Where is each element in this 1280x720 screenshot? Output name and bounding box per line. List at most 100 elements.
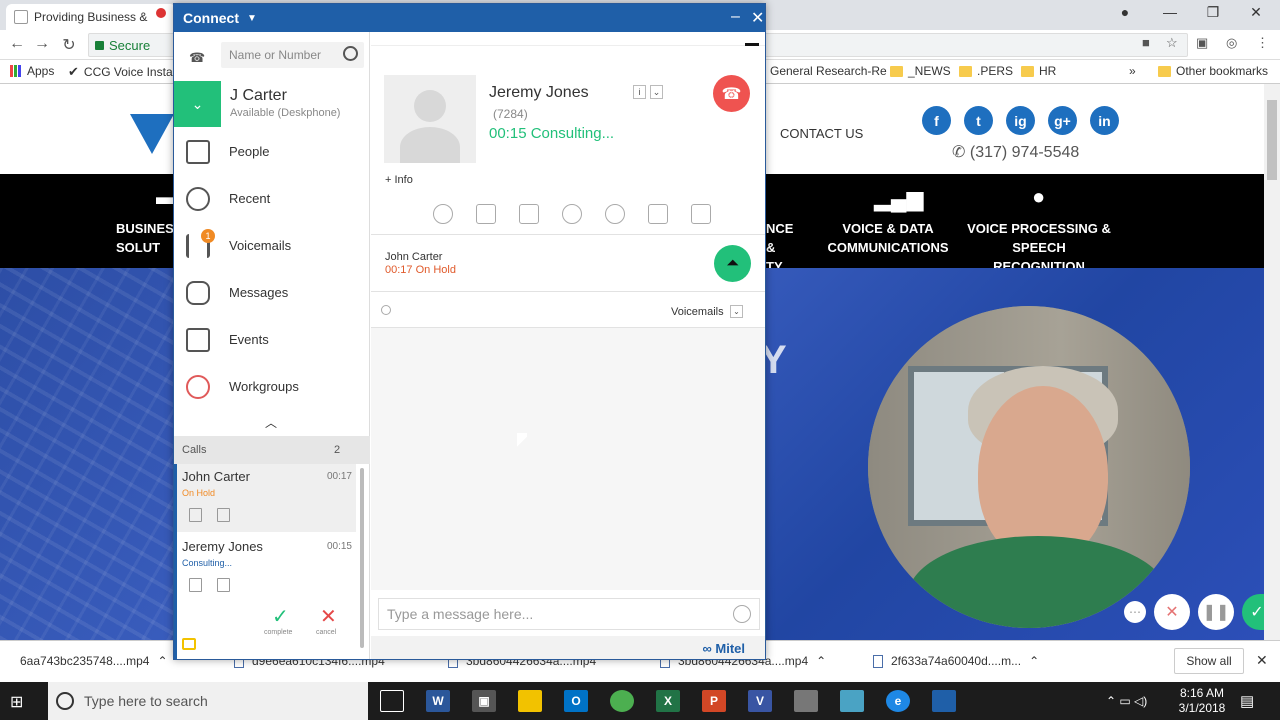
notes-icon[interactable]: [217, 578, 230, 592]
discard-recording-icon[interactable]: ✕: [1154, 594, 1190, 630]
bookmark-hr[interactable]: HR: [1021, 64, 1056, 78]
lock-icon[interactable]: [182, 638, 196, 650]
bookmark-general-research[interactable]: General Research-Re: [770, 64, 887, 78]
restore-window-button[interactable]: ❐: [1193, 4, 1233, 21]
bookmark-star-icon[interactable]: ☆: [1166, 35, 1178, 51]
powerpoint-icon[interactable]: P: [702, 690, 726, 712]
cancel-transfer-button[interactable]: ✕: [320, 604, 337, 629]
profile-icon[interactable]: ●: [1105, 4, 1145, 20]
company-logo[interactable]: [130, 114, 174, 154]
download-item[interactable]: 2f633a74a60040d....m... ⌃: [873, 654, 1039, 668]
chevron-down-icon[interactable]: ⌄: [730, 305, 743, 318]
connect-minimize-button[interactable]: –: [731, 8, 740, 26]
info-icon[interactable]: i: [633, 85, 646, 99]
close-window-button[interactable]: ✕: [1236, 4, 1276, 21]
record-icon[interactable]: [562, 204, 582, 224]
back-arrow-icon[interactable]: ←: [6, 35, 28, 53]
task-view-icon[interactable]: [380, 690, 404, 712]
collapse-pane-icon[interactable]: [745, 43, 759, 46]
dialpad-phone-icon[interactable]: ☎: [189, 50, 205, 66]
transfer-icon[interactable]: [189, 578, 202, 592]
sidebar-item-workgroups[interactable]: Workgroups: [174, 364, 370, 411]
store-icon[interactable]: ▣: [472, 690, 496, 712]
app-icon[interactable]: [794, 690, 818, 712]
phone-number[interactable]: ✆ (317) 974-5548: [952, 142, 1079, 162]
search-icon[interactable]: [343, 46, 358, 61]
chevron-down-icon[interactable]: ⌄: [650, 85, 663, 99]
park-call-icon[interactable]: [691, 204, 711, 224]
twitter-icon[interactable]: t: [964, 106, 993, 135]
mute-microphone-icon[interactable]: [433, 204, 453, 224]
complete-transfer-button[interactable]: ✓: [272, 604, 289, 629]
voicemails-dropdown-label[interactable]: Voicemails: [671, 306, 724, 318]
mitel-connect-icon[interactable]: [932, 690, 956, 712]
sidebar-item-messages[interactable]: Messages: [174, 270, 370, 317]
current-user[interactable]: ⌄ J Carter Available (Deskphone): [174, 81, 370, 127]
call-card-consulting[interactable]: Jeremy Jones 00:15 Consulting...: [174, 534, 356, 602]
taskbar-clock[interactable]: 8:16 AM 3/1/2018: [1172, 686, 1232, 716]
google-plus-icon[interactable]: g+: [1048, 106, 1077, 135]
transfer-call-icon[interactable]: [648, 204, 668, 224]
video-icon[interactable]: [476, 204, 496, 224]
bookmark-apps[interactable]: Apps: [10, 64, 54, 78]
nav-voice-data[interactable]: VOICE & DATA COMMUNICATIONS: [826, 219, 950, 257]
notes-icon[interactable]: [217, 508, 230, 522]
camera-icon[interactable]: ■: [1142, 35, 1150, 50]
nav-business-solutions[interactable]: BUSINESS SOLUT: [116, 219, 182, 257]
menu-kebab-icon[interactable]: ⋮: [1256, 35, 1269, 51]
bookmarks-overflow-button[interactable]: »: [1129, 64, 1136, 78]
forward-arrow-icon[interactable]: →: [31, 35, 53, 53]
file-explorer-icon[interactable]: [518, 690, 542, 712]
internet-explorer-icon[interactable]: e: [886, 690, 910, 712]
search-icon[interactable]: [381, 305, 391, 315]
sidebar-item-recent[interactable]: Recent: [174, 176, 370, 223]
taskbar-search[interactable]: Type here to search: [48, 682, 368, 720]
collapse-chevron-up-icon[interactable]: ︿: [265, 414, 277, 431]
windows-start-icon[interactable]: ⊞: [10, 692, 30, 712]
held-call-row[interactable]: John Carter 00:17 On Hold ⏶: [371, 234, 765, 292]
sidebar-item-voicemails[interactable]: 1 Voicemails: [174, 223, 370, 270]
excel-icon[interactable]: X: [656, 690, 680, 712]
bookmark-news[interactable]: _NEWS: [890, 64, 951, 78]
linkedin-icon[interactable]: in: [1090, 106, 1119, 135]
chevron-up-icon[interactable]: ⌃: [157, 654, 167, 668]
facebook-icon[interactable]: f: [922, 106, 951, 135]
bookmark-ccg[interactable]: ✔ CCG Voice Install: [68, 64, 178, 80]
contact-search-input[interactable]: Name or Number: [221, 42, 364, 68]
call-card-on-hold[interactable]: John Carter 00:17 On Hold: [174, 464, 356, 532]
chevron-up-icon[interactable]: ⌃: [1029, 654, 1039, 668]
notifications-icon[interactable]: ▤: [1240, 692, 1254, 710]
more-info-link[interactable]: + Info: [385, 174, 413, 186]
pause-recording-icon[interactable]: ❚❚: [1198, 594, 1234, 630]
chrome-icon[interactable]: [610, 690, 634, 712]
sidebar-item-people[interactable]: People: [174, 129, 370, 176]
unhold-call-button[interactable]: ⏶: [714, 245, 751, 282]
bookmark-other[interactable]: Other bookmarks: [1158, 64, 1268, 78]
browser-tab-active[interactable]: Providing Business &: [6, 4, 176, 30]
word-icon[interactable]: W: [426, 690, 450, 712]
outlook-icon[interactable]: O: [564, 690, 588, 712]
extension-icon[interactable]: ▣: [1196, 35, 1208, 51]
bookmark-pers[interactable]: .PERS: [959, 64, 1013, 78]
close-downloads-icon[interactable]: ✕: [1256, 652, 1268, 669]
hang-up-button[interactable]: ☎: [713, 75, 750, 112]
more-options-icon[interactable]: ⋯: [1124, 601, 1146, 623]
visio-icon[interactable]: V: [748, 690, 772, 712]
app-icon[interactable]: [840, 690, 864, 712]
scrollbar-thumb[interactable]: [1267, 100, 1277, 180]
contact-us-link[interactable]: CONTACT US: [780, 126, 863, 141]
sidebar-item-events[interactable]: Events: [174, 317, 370, 364]
minimize-window-button[interactable]: —: [1150, 4, 1190, 20]
system-tray[interactable]: ⌃ ▭ ◁): [1106, 694, 1147, 708]
transfer-icon[interactable]: [189, 508, 202, 522]
instagram-icon[interactable]: ig: [1006, 106, 1035, 135]
message-input[interactable]: Type a message here...: [378, 598, 760, 630]
chevron-up-icon[interactable]: ⌃: [816, 654, 826, 668]
extension-badge-icon[interactable]: ◎: [1226, 35, 1237, 51]
add-participant-icon[interactable]: [605, 204, 625, 224]
secure-indicator[interactable]: Secure: [95, 38, 150, 53]
screen-share-icon[interactable]: [519, 204, 539, 224]
page-scrollbar[interactable]: [1264, 84, 1280, 640]
download-item[interactable]: 6aa743bc235748....mp4 ⌃: [20, 654, 168, 668]
connect-close-button[interactable]: ✕: [751, 8, 764, 28]
